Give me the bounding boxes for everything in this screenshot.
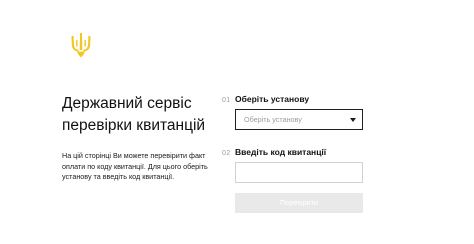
step-2-number: 02 — [222, 150, 231, 157]
page-description: На цій сторінці Ви можете перевірити фак… — [62, 151, 208, 181]
institution-select[interactable]: Оберіть установу — [235, 109, 363, 130]
step-1-number: 01 — [222, 97, 231, 104]
page-title: Державний сервіс перевірки квитанцій — [62, 93, 227, 137]
trident-emblem-icon — [71, 33, 91, 58]
check-button[interactable]: Перевірити — [235, 193, 363, 213]
receipt-check-page: Державний сервіс перевірки квитанцій На … — [0, 0, 474, 244]
step-2-text: Введіть код квитанції — [235, 147, 327, 157]
caret-down-icon — [350, 118, 356, 122]
step-1-text: Оберіть установу — [235, 94, 310, 104]
step-2-label: 02 Введіть код квитанції — [222, 147, 326, 157]
institution-select-placeholder: Оберіть установу — [244, 115, 302, 124]
page-title-line-2: перевірки квитанцій — [62, 117, 206, 134]
step-1-label: 01 Оберіть установу — [222, 94, 309, 104]
page-title-line-1: Державний сервіс — [62, 95, 192, 112]
receipt-code-input[interactable] — [235, 162, 363, 183]
